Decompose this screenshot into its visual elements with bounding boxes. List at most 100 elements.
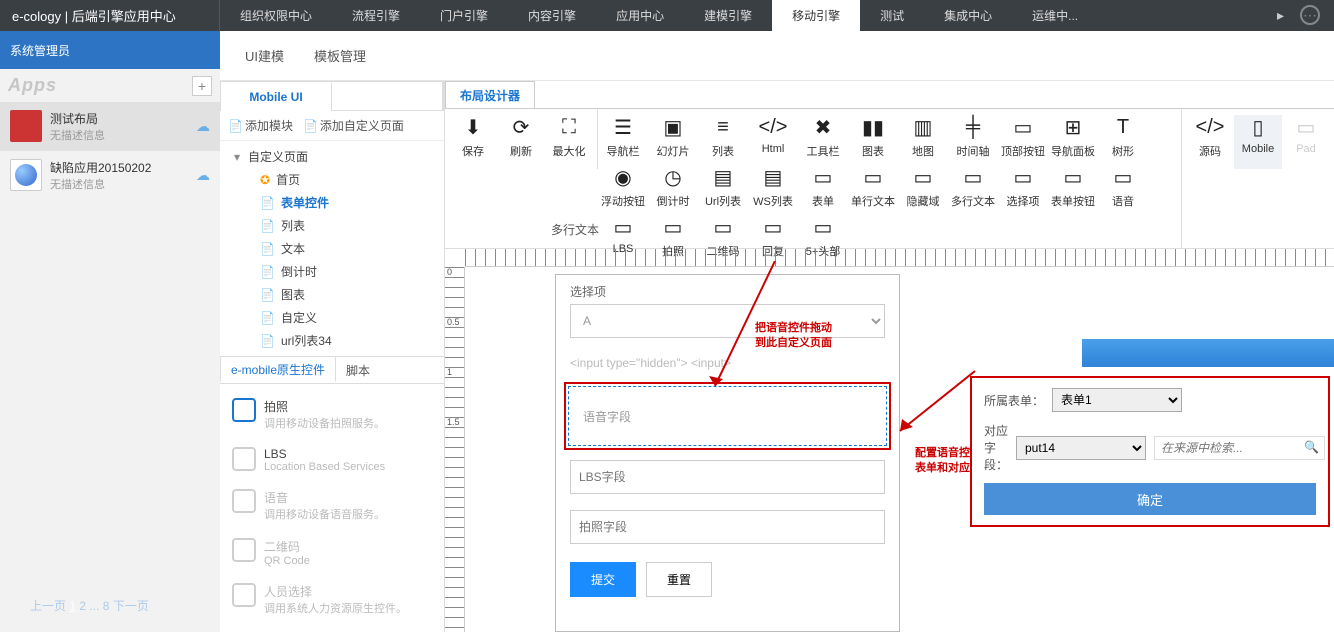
canvas-buttons: 提交 重置 bbox=[556, 552, 899, 607]
app-item-defect[interactable]: 缺陷应用20150202 无描述信息 ☁ bbox=[0, 151, 220, 200]
widget-lbs[interactable]: LBSLocation Based Services bbox=[220, 439, 444, 481]
app-sub: 无描述信息 bbox=[50, 127, 105, 143]
blue-strip bbox=[1082, 339, 1334, 367]
form-select[interactable]: 表单1 bbox=[1052, 388, 1182, 412]
subnav-uimodel[interactable]: UI建模 bbox=[245, 46, 284, 65]
comp-select[interactable]: ▭选择项 bbox=[998, 165, 1048, 215]
tab-empty[interactable] bbox=[332, 82, 443, 110]
widget-qrcode[interactable]: 二维码QR Code bbox=[220, 530, 444, 575]
topnav-test[interactable]: 测试 bbox=[860, 0, 924, 31]
comp-html[interactable]: </>Html bbox=[748, 115, 798, 165]
cloud-icon: ☁ bbox=[196, 118, 210, 135]
tab-script[interactable]: 脚本 bbox=[336, 357, 380, 383]
comp-slideshow[interactable]: ▣幻灯片 bbox=[648, 115, 698, 165]
comp-countdown[interactable]: ◷倒计时 bbox=[648, 165, 698, 215]
tree-countdown[interactable]: 📄倒计时 bbox=[230, 260, 444, 283]
field-select[interactable]: put14 bbox=[1016, 436, 1146, 460]
comp-voice[interactable]: ▭语音 bbox=[1098, 165, 1148, 215]
tab-mobileui[interactable]: Mobile UI bbox=[221, 83, 332, 111]
pager-prev[interactable]: 上一页 bbox=[30, 599, 66, 613]
photo-field[interactable] bbox=[570, 510, 885, 544]
widget-voice[interactable]: 语音调用移动设备语音服务。 bbox=[220, 481, 444, 530]
person-icon bbox=[232, 583, 256, 607]
tree-tabs: Mobile UI bbox=[220, 81, 444, 111]
topnav-workflow[interactable]: 流程引擎 bbox=[332, 0, 420, 31]
mobile-canvas[interactable]: 选择项 A <input type="hidden"> <input> 语音字段… bbox=[555, 274, 900, 632]
tree-list[interactable]: 📄列表 bbox=[230, 214, 444, 237]
location-icon bbox=[232, 447, 256, 471]
tab-layout-designer[interactable]: 布局设计器 bbox=[445, 81, 535, 108]
comp-timeline[interactable]: ╪时间轴 bbox=[948, 115, 998, 165]
tree-home[interactable]: ✪首页 bbox=[230, 168, 444, 191]
download-icon: ⬇ bbox=[449, 115, 497, 139]
apps-header: Apps + bbox=[0, 69, 220, 102]
comp-singletext[interactable]: ▭单行文本 bbox=[848, 165, 898, 215]
maximize-button[interactable]: ⛶最大化 bbox=[545, 115, 593, 169]
tree-text[interactable]: 📄文本 bbox=[230, 237, 444, 260]
select-field[interactable]: A bbox=[570, 304, 885, 338]
tablet-icon: ▭ bbox=[1282, 115, 1330, 139]
topnav-content[interactable]: 内容引擎 bbox=[508, 0, 596, 31]
save-button[interactable]: ⬇保存 bbox=[449, 115, 497, 169]
topnav-org[interactable]: 组织权限中心 bbox=[220, 0, 332, 31]
comp-topbtn[interactable]: ▭顶部按钮 bbox=[998, 115, 1048, 165]
add-custom-page-button[interactable]: 📄添加自定义页面 bbox=[303, 117, 404, 134]
tree-form-controls[interactable]: 📄表单控件 bbox=[230, 191, 444, 214]
search-input[interactable] bbox=[1154, 436, 1325, 460]
comp-chart[interactable]: ▮▮图表 bbox=[848, 115, 898, 165]
ruler-vertical: 00.511.5 bbox=[445, 267, 465, 632]
mobile-view-button[interactable]: ▯Mobile bbox=[1234, 115, 1282, 169]
comp-navbar[interactable]: ☰导航栏 bbox=[598, 115, 648, 165]
app-title: 缺陷应用20150202 bbox=[50, 159, 151, 176]
comp-hidden[interactable]: ▭隐藏域 bbox=[898, 165, 948, 215]
search-icon[interactable]: 🔍 bbox=[1304, 440, 1319, 454]
expand-icon: ⛶ bbox=[545, 115, 593, 139]
comp-floatbtn[interactable]: ◉浮动按钮 bbox=[598, 165, 648, 215]
pager-2[interactable]: 2 bbox=[79, 599, 86, 613]
comp-urllist[interactable]: ▤Url列表 bbox=[698, 165, 748, 215]
lbs-field[interactable] bbox=[570, 460, 885, 494]
qrcode-icon bbox=[232, 538, 256, 562]
tree-chart[interactable]: 📄图表 bbox=[230, 283, 444, 306]
pad-view-button[interactable]: ▭Pad bbox=[1282, 115, 1330, 169]
topnav-appcenter[interactable]: 应用中心 bbox=[596, 0, 684, 31]
add-module-button[interactable]: 📄添加模块 bbox=[228, 117, 293, 134]
form-label: 所属表单： bbox=[984, 392, 1044, 409]
comp-multitext[interactable]: ▭多行文本 bbox=[948, 165, 998, 215]
comp-wslist[interactable]: ▤WS列表 bbox=[748, 165, 798, 215]
widget-person[interactable]: 人员选择调用系统人力资源原生控件。 bbox=[220, 575, 444, 624]
tab-native[interactable]: e-mobile原生控件 bbox=[220, 356, 336, 382]
comp-toolbar[interactable]: ✖工具栏 bbox=[798, 115, 848, 165]
refresh-icon: ⟳ bbox=[497, 115, 545, 139]
topnav-mobile[interactable]: 移动引擎 bbox=[772, 0, 860, 31]
reset-button[interactable]: 重置 bbox=[646, 562, 712, 597]
confirm-button[interactable]: 确定 bbox=[984, 483, 1316, 515]
hidden-input-hint: <input type="hidden"> <input> bbox=[556, 346, 899, 380]
comp-formbtn[interactable]: ▭表单按钮 bbox=[1048, 165, 1098, 215]
tree-urllist[interactable]: 📄url列表34 bbox=[230, 329, 444, 352]
top-more-icon[interactable]: ⋯ bbox=[1300, 5, 1320, 25]
comp-map[interactable]: ▥地图 bbox=[898, 115, 948, 165]
add-app-button[interactable]: + bbox=[192, 76, 212, 96]
pager-next[interactable]: 下一页 bbox=[113, 599, 149, 613]
comp-form[interactable]: ▭表单 bbox=[798, 165, 848, 215]
top-bar: e-cology | 后端引擎应用中心 组织权限中心 流程引擎 门户引擎 内容引… bbox=[0, 0, 1334, 31]
subnav-template[interactable]: 模板管理 bbox=[314, 46, 366, 65]
tree-root[interactable]: 自定义页面 bbox=[230, 145, 444, 168]
source-button[interactable]: </>源码 bbox=[1186, 115, 1234, 169]
topnav-ops[interactable]: 运维中... bbox=[1012, 0, 1098, 31]
topnav-more-icon[interactable]: ▸ bbox=[1277, 0, 1284, 31]
tree-custom[interactable]: 📄自定义 bbox=[230, 306, 444, 329]
comp-tree[interactable]: T树形 bbox=[1098, 115, 1148, 165]
topnav-integrate[interactable]: 集成中心 bbox=[924, 0, 1012, 31]
submit-button[interactable]: 提交 bbox=[570, 562, 636, 597]
topnav-portal[interactable]: 门户引擎 bbox=[420, 0, 508, 31]
topnav-model[interactable]: 建模引擎 bbox=[684, 0, 772, 31]
voice-field[interactable]: 语音字段 bbox=[568, 386, 887, 446]
comp-list[interactable]: ≡列表 bbox=[698, 115, 748, 165]
pager-1[interactable]: 1 bbox=[69, 599, 76, 613]
widget-camera[interactable]: 拍照调用移动设备拍照服务。 bbox=[220, 390, 444, 439]
refresh-button[interactable]: ⟳刷新 bbox=[497, 115, 545, 169]
app-item-test[interactable]: 测试布局 无描述信息 ☁ bbox=[0, 102, 220, 151]
comp-navpanel[interactable]: ⊞导航面板 bbox=[1048, 115, 1098, 165]
